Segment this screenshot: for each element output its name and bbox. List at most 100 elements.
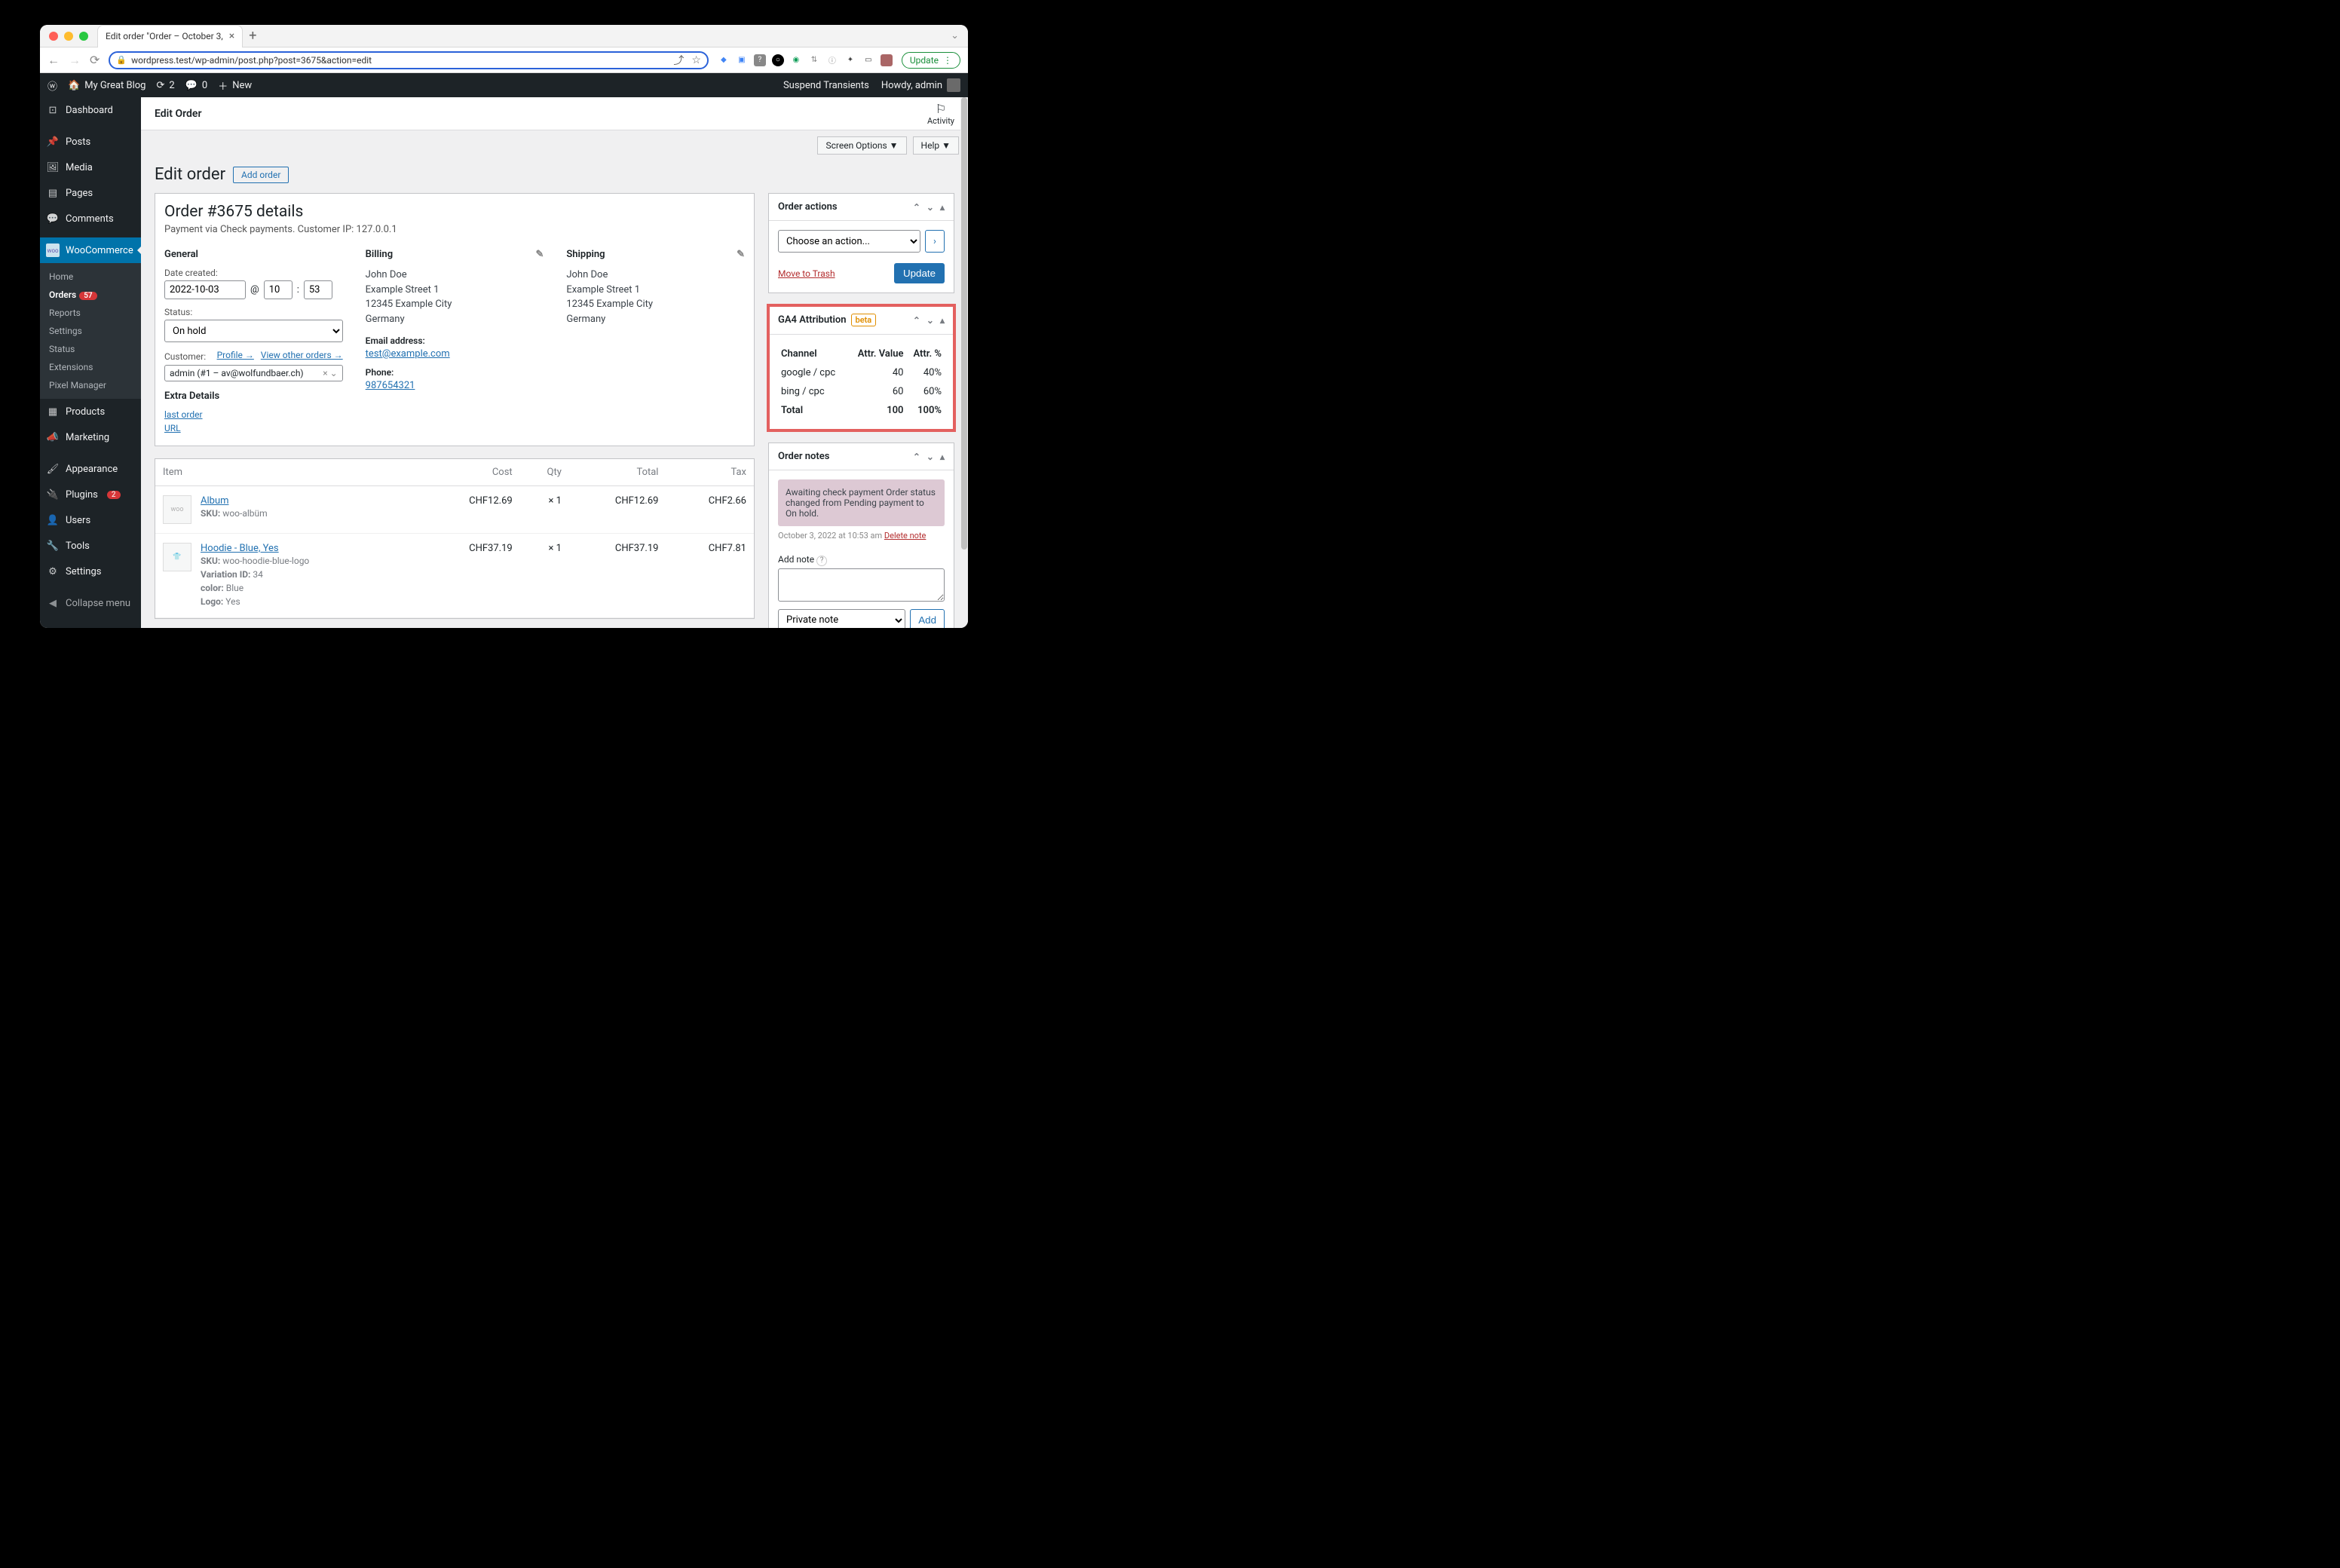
address-bar[interactable]: 🔒 wordpress.test/wp-admin/post.php?post=… bbox=[109, 51, 708, 69]
caret-up-icon[interactable]: ▴ bbox=[940, 315, 945, 326]
edit-shipping-icon[interactable]: ✎ bbox=[737, 249, 745, 260]
add-note-button[interactable]: Add bbox=[910, 609, 945, 629]
sidebar-item-plugins[interactable]: 🔌Plugins2 bbox=[40, 482, 141, 507]
products-icon: ▦ bbox=[46, 405, 60, 418]
bookmark-icon[interactable]: ☆ bbox=[691, 54, 701, 66]
new-content-link[interactable]: ＋ New bbox=[218, 78, 252, 93]
sidebar-item-users[interactable]: 👤Users bbox=[40, 507, 141, 533]
browser-update-button[interactable]: Update⋮ bbox=[902, 52, 960, 69]
tab-list-chevron-icon[interactable]: ⌄ bbox=[951, 30, 959, 41]
reload-icon[interactable]: ⟳ bbox=[90, 53, 100, 67]
lock-icon: 🔒 bbox=[116, 55, 127, 65]
sidebar-item-comments[interactable]: 💬Comments bbox=[40, 206, 141, 231]
billing-address: John DoeExample Street 112345 Example Ci… bbox=[366, 268, 544, 326]
move-to-trash-link[interactable]: Move to Trash bbox=[778, 268, 835, 279]
suspend-transients-link[interactable]: Suspend Transients bbox=[783, 80, 869, 91]
chevron-down-icon[interactable]: ⌄ bbox=[927, 452, 934, 462]
sidebar-item-woocommerce[interactable]: wooWooCommerce bbox=[40, 237, 141, 263]
note-type-select[interactable]: Private note bbox=[778, 609, 905, 629]
email-link[interactable]: test@example.com bbox=[366, 348, 450, 360]
url-text: wordpress.test/wp-admin/post.php?post=36… bbox=[131, 55, 669, 66]
phone-link[interactable]: 987654321 bbox=[366, 380, 415, 391]
avatar bbox=[947, 78, 960, 92]
caret-up-icon[interactable]: ▴ bbox=[940, 452, 945, 462]
updates-link[interactable]: ⟳ 2 bbox=[157, 80, 175, 91]
phone-label: Phone: bbox=[366, 367, 544, 378]
status-select[interactable]: On hold bbox=[164, 320, 343, 342]
share-icon[interactable]: ⤴ bbox=[673, 53, 684, 68]
product-thumb: woo bbox=[163, 495, 191, 524]
col-tax: Tax bbox=[666, 459, 754, 486]
help-icon[interactable]: ? bbox=[816, 556, 827, 566]
wp-logo-icon[interactable]: ⓦ bbox=[47, 78, 57, 93]
status-label: Status: bbox=[164, 307, 343, 317]
clear-customer-icon[interactable]: × ⌄ bbox=[323, 368, 337, 378]
extra-details-heading: Extra Details bbox=[164, 390, 343, 402]
shipping-heading: Shipping bbox=[566, 249, 605, 260]
sidebar-sub-home[interactable]: Home bbox=[40, 268, 141, 286]
order-action-select[interactable]: Choose an action... bbox=[778, 230, 920, 253]
profile-link[interactable]: Profile → bbox=[217, 350, 254, 360]
minute-input[interactable] bbox=[304, 280, 332, 299]
browser-tab[interactable]: Edit order "Order – October 3, × bbox=[97, 25, 243, 47]
add-order-button[interactable]: Add order bbox=[233, 167, 289, 183]
date-input[interactable] bbox=[164, 280, 246, 299]
sidebar-item-appearance[interactable]: 🖌Appearance bbox=[40, 456, 141, 482]
pin-icon: 📌 bbox=[46, 135, 60, 149]
sidebar-item-tools[interactable]: 🔧Tools bbox=[40, 533, 141, 559]
hour-input[interactable] bbox=[264, 280, 292, 299]
edit-billing-icon[interactable]: ✎ bbox=[535, 249, 544, 260]
comment-icon: 💬 bbox=[46, 212, 60, 225]
delete-note-link[interactable]: Delete note bbox=[884, 531, 927, 541]
chevron-up-icon[interactable]: ⌃ bbox=[913, 202, 920, 213]
sidebar-item-marketing[interactable]: 📣Marketing bbox=[40, 424, 141, 450]
scrollbar-thumb[interactable] bbox=[961, 97, 967, 550]
url-link[interactable]: URL bbox=[164, 423, 181, 433]
sidebar-item-settings[interactable]: ⚙Settings bbox=[40, 559, 141, 584]
item-name-link[interactable]: Album bbox=[201, 495, 229, 507]
account-link[interactable]: Howdy, admin bbox=[881, 78, 960, 92]
ga4-row: google / cpc4040% bbox=[779, 364, 943, 381]
new-tab-button[interactable]: + bbox=[249, 28, 256, 44]
email-label: Email address: bbox=[366, 335, 544, 346]
comments-link[interactable]: 💬 0 bbox=[185, 80, 208, 91]
caret-up-icon[interactable]: ▴ bbox=[940, 202, 945, 213]
sidebar-item-media[interactable]: 🖼Media bbox=[40, 155, 141, 180]
close-tab-icon[interactable]: × bbox=[229, 30, 234, 42]
screen-options-tab[interactable]: Screen Options ▼ bbox=[817, 136, 906, 155]
last-order-link[interactable]: last order bbox=[164, 409, 203, 420]
activity-button[interactable]: ⚐ Activity bbox=[927, 102, 954, 126]
collapse-menu[interactable]: ◀Collapse menu bbox=[40, 590, 141, 616]
chevron-up-icon[interactable]: ⌃ bbox=[913, 452, 920, 462]
note-textarea[interactable] bbox=[778, 568, 945, 602]
customer-select[interactable]: admin (#1 – av@wolfundbaer.ch) × ⌄ bbox=[164, 365, 343, 381]
sidebar-sub-reports[interactable]: Reports bbox=[40, 304, 141, 322]
sidebar-item-products[interactable]: ▦Products bbox=[40, 399, 141, 424]
apply-action-button[interactable]: › bbox=[925, 230, 945, 253]
chevron-down-icon[interactable]: ⌄ bbox=[927, 315, 934, 326]
sidebar-item-dashboard[interactable]: ⊡Dashboard bbox=[40, 97, 141, 123]
item-name-link[interactable]: Hoodie - Blue, Yes bbox=[201, 543, 279, 554]
site-link[interactable]: 🏠 My Great Blog bbox=[68, 80, 145, 91]
back-icon[interactable]: ← bbox=[47, 53, 60, 68]
sidebar-item-posts[interactable]: 📌Posts bbox=[40, 129, 141, 155]
flag-icon: ⚐ bbox=[927, 102, 954, 116]
sidebar-sub-pixel[interactable]: Pixel Manager bbox=[40, 376, 141, 394]
window-controls[interactable] bbox=[49, 32, 88, 41]
other-orders-link[interactable]: View other orders → bbox=[261, 350, 343, 360]
sidebar-sub-settings[interactable]: Settings bbox=[40, 322, 141, 340]
extension-icons[interactable]: ◆▣ ?○ ◉⇅ ⓘ✦ ▭ bbox=[718, 54, 893, 66]
scrollbar-track[interactable] bbox=[960, 97, 968, 628]
ga4-title: GA4 Attribution bbox=[778, 314, 847, 326]
customer-label: Customer: bbox=[164, 351, 206, 362]
update-button[interactable]: Update bbox=[894, 263, 945, 283]
beta-badge: beta bbox=[851, 314, 877, 326]
help-tab[interactable]: Help ▼ bbox=[913, 136, 959, 155]
billing-heading: Billing bbox=[366, 249, 393, 260]
sidebar-sub-status[interactable]: Status bbox=[40, 340, 141, 358]
chevron-up-icon[interactable]: ⌃ bbox=[913, 315, 920, 326]
sidebar-sub-extensions[interactable]: Extensions bbox=[40, 358, 141, 376]
sidebar-sub-orders[interactable]: Orders57 bbox=[40, 286, 141, 304]
chevron-down-icon[interactable]: ⌄ bbox=[927, 202, 934, 213]
sidebar-item-pages[interactable]: ▤Pages bbox=[40, 180, 141, 206]
